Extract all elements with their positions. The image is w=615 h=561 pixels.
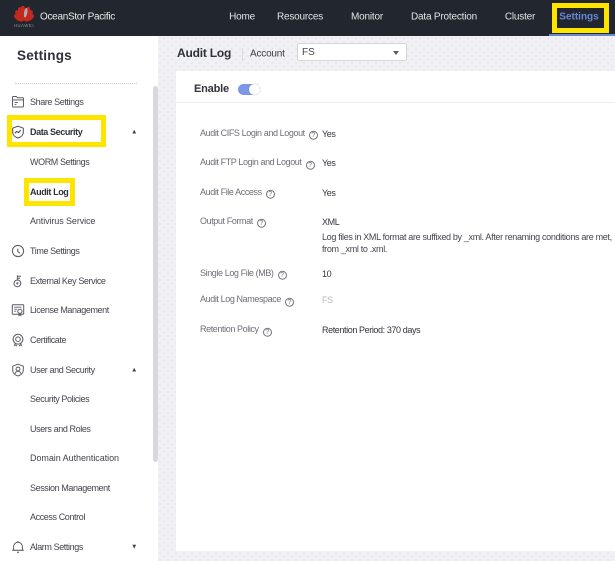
svg-text:HUAWEI: HUAWEI	[14, 23, 34, 28]
